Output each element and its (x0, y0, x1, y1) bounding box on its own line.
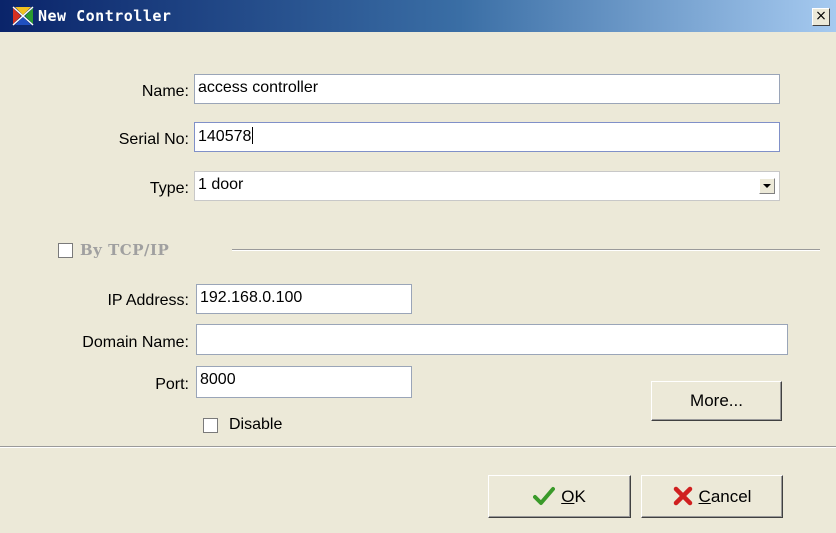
cancel-mnemonic: C (698, 487, 711, 506)
name-value: access controller (198, 79, 319, 96)
ok-button[interactable]: OK (488, 475, 631, 518)
ok-label-rest: K (574, 487, 586, 506)
type-dropdown[interactable]: 1 door (194, 171, 780, 201)
text-caret (252, 127, 254, 144)
footer-separator (0, 446, 836, 448)
domain-name-label: Domain Name: (82, 334, 189, 351)
title-bar[interactable]: New Controller × (0, 0, 836, 32)
more-button-label: More... (690, 391, 743, 410)
type-selected-value: 1 door (198, 176, 244, 193)
serial-no-input[interactable]: 140578 (194, 122, 780, 152)
serial-no-value: 140578 (198, 128, 252, 145)
chevron-down-icon[interactable] (759, 178, 775, 194)
more-button[interactable]: More... (651, 381, 782, 421)
ip-address-input[interactable]: 192.168.0.100 (196, 284, 412, 314)
ip-address-label: IP Address: (107, 292, 189, 309)
controller-app-icon (12, 6, 34, 26)
disable-checkbox[interactable] (203, 418, 218, 433)
close-icon: × (815, 8, 827, 24)
cancel-button[interactable]: Cancel (641, 475, 783, 518)
port-label: Port: (155, 376, 189, 393)
type-label: Type: (149, 180, 189, 197)
by-tcp-ip-checkbox[interactable] (58, 243, 73, 258)
group-divider (232, 249, 820, 251)
name-label: Name: (141, 83, 189, 100)
cancel-label-rest: ancel (710, 487, 752, 506)
disable-label[interactable]: Disable (229, 416, 282, 434)
new-controller-dialog: New Controller × Name: access controller… (0, 0, 836, 533)
by-tcp-ip-label[interactable]: By TCP/IP (80, 241, 169, 259)
ok-mnemonic: O (561, 487, 575, 506)
name-input[interactable]: access controller (194, 74, 780, 104)
x-icon (673, 486, 692, 506)
checkmark-icon (533, 487, 556, 505)
port-input[interactable]: 8000 (196, 366, 412, 398)
port-value: 8000 (200, 371, 236, 388)
domain-name-input[interactable] (196, 324, 788, 355)
serial-no-label: Serial No: (118, 131, 189, 148)
window-title: New Controller (38, 7, 172, 25)
ip-address-value: 192.168.0.100 (200, 289, 303, 306)
close-button[interactable]: × (812, 8, 830, 26)
